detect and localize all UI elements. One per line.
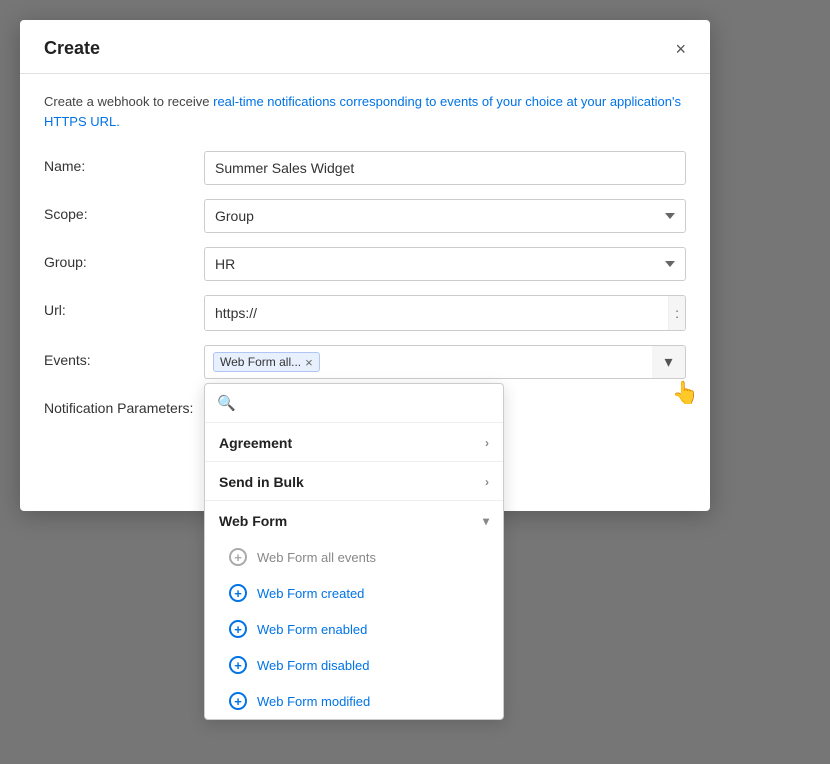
- events-dropdown: 🔍 Agreement › Send in Bulk ›: [204, 383, 504, 720]
- modal-close-button[interactable]: ×: [675, 40, 686, 58]
- scope-label: Scope:: [44, 199, 204, 222]
- dropdown-group-web-form[interactable]: Web Form ▾: [205, 501, 503, 539]
- web-form-all-events-icon: +: [229, 548, 247, 566]
- web-form-group-label: Web Form: [219, 513, 287, 529]
- web-form-chevron-icon: ▾: [483, 514, 489, 528]
- dropdown-list: Agreement › Send in Bulk › Web Form: [205, 423, 503, 719]
- send-in-bulk-chevron-icon: ›: [485, 475, 489, 489]
- web-form-enabled-label: Web Form enabled: [257, 622, 367, 637]
- url-label: Url:: [44, 295, 204, 318]
- dropdown-item-web-form-disabled[interactable]: + Web Form disabled: [205, 647, 503, 683]
- tag-remove-button[interactable]: ×: [305, 356, 313, 369]
- agreement-chevron-icon: ›: [485, 436, 489, 450]
- dropdown-group-send-in-bulk[interactable]: Send in Bulk ›: [205, 462, 503, 500]
- dropdown-search-bar: 🔍: [205, 384, 503, 423]
- modal-title: Create: [44, 38, 100, 59]
- url-row: Url: :: [44, 295, 686, 331]
- web-form-modified-label: Web Form modified: [257, 694, 370, 709]
- url-input[interactable]: [205, 296, 668, 330]
- create-modal: Create × Create a webhook to receive rea…: [20, 20, 710, 511]
- modal-header: Create ×: [20, 20, 710, 74]
- url-input-wrapper: :: [204, 295, 686, 331]
- group-row: Group: HR Engineering Sales Marketing: [44, 247, 686, 281]
- events-row: Events: Web Form all... × ▾ 👆: [44, 345, 686, 379]
- dropdown-item-web-form-all-events[interactable]: + Web Form all events: [205, 539, 503, 575]
- events-dropdown-button[interactable]: ▾ 👆: [652, 345, 686, 379]
- event-tag: Web Form all... ×: [213, 352, 320, 372]
- tag-label: Web Form all...: [220, 355, 301, 369]
- web-form-created-icon: +: [229, 584, 247, 602]
- url-suffix: :: [668, 296, 685, 330]
- scope-row: Scope: Account Group User: [44, 199, 686, 233]
- name-input[interactable]: [204, 151, 686, 185]
- events-label: Events:: [44, 345, 204, 368]
- web-form-modified-icon: +: [229, 692, 247, 710]
- dropdown-item-web-form-created[interactable]: + Web Form created: [205, 575, 503, 611]
- notif-params-label: Notification Parameters:: [44, 393, 204, 416]
- scope-select[interactable]: Account Group User: [204, 199, 686, 233]
- web-form-enabled-icon: +: [229, 620, 247, 638]
- group-label: Group:: [44, 247, 204, 270]
- dropdown-arrow-icon: ▾: [664, 352, 672, 372]
- modal-description: Create a webhook to receive real-time no…: [44, 92, 686, 131]
- group-select[interactable]: HR Engineering Sales Marketing: [204, 247, 686, 281]
- dropdown-group-agreement[interactable]: Agreement ›: [205, 423, 503, 461]
- search-icon: 🔍: [217, 394, 236, 412]
- name-row: Name:: [44, 151, 686, 185]
- web-form-created-label: Web Form created: [257, 586, 364, 601]
- name-label: Name:: [44, 151, 204, 174]
- send-in-bulk-group-label: Send in Bulk: [219, 474, 304, 490]
- dropdown-item-web-form-modified[interactable]: + Web Form modified: [205, 683, 503, 719]
- modal-body: Create a webhook to receive real-time no…: [20, 74, 710, 511]
- events-input-wrapper: Web Form all... × ▾ 👆 🔍: [204, 345, 686, 379]
- dropdown-search-input[interactable]: [244, 395, 491, 411]
- web-form-all-events-label: Web Form all events: [257, 550, 376, 565]
- web-form-disabled-icon: +: [229, 656, 247, 674]
- agreement-group-label: Agreement: [219, 435, 292, 451]
- events-tags-box[interactable]: Web Form all... ×: [204, 345, 652, 379]
- web-form-disabled-label: Web Form disabled: [257, 658, 369, 673]
- dropdown-item-web-form-enabled[interactable]: + Web Form enabled: [205, 611, 503, 647]
